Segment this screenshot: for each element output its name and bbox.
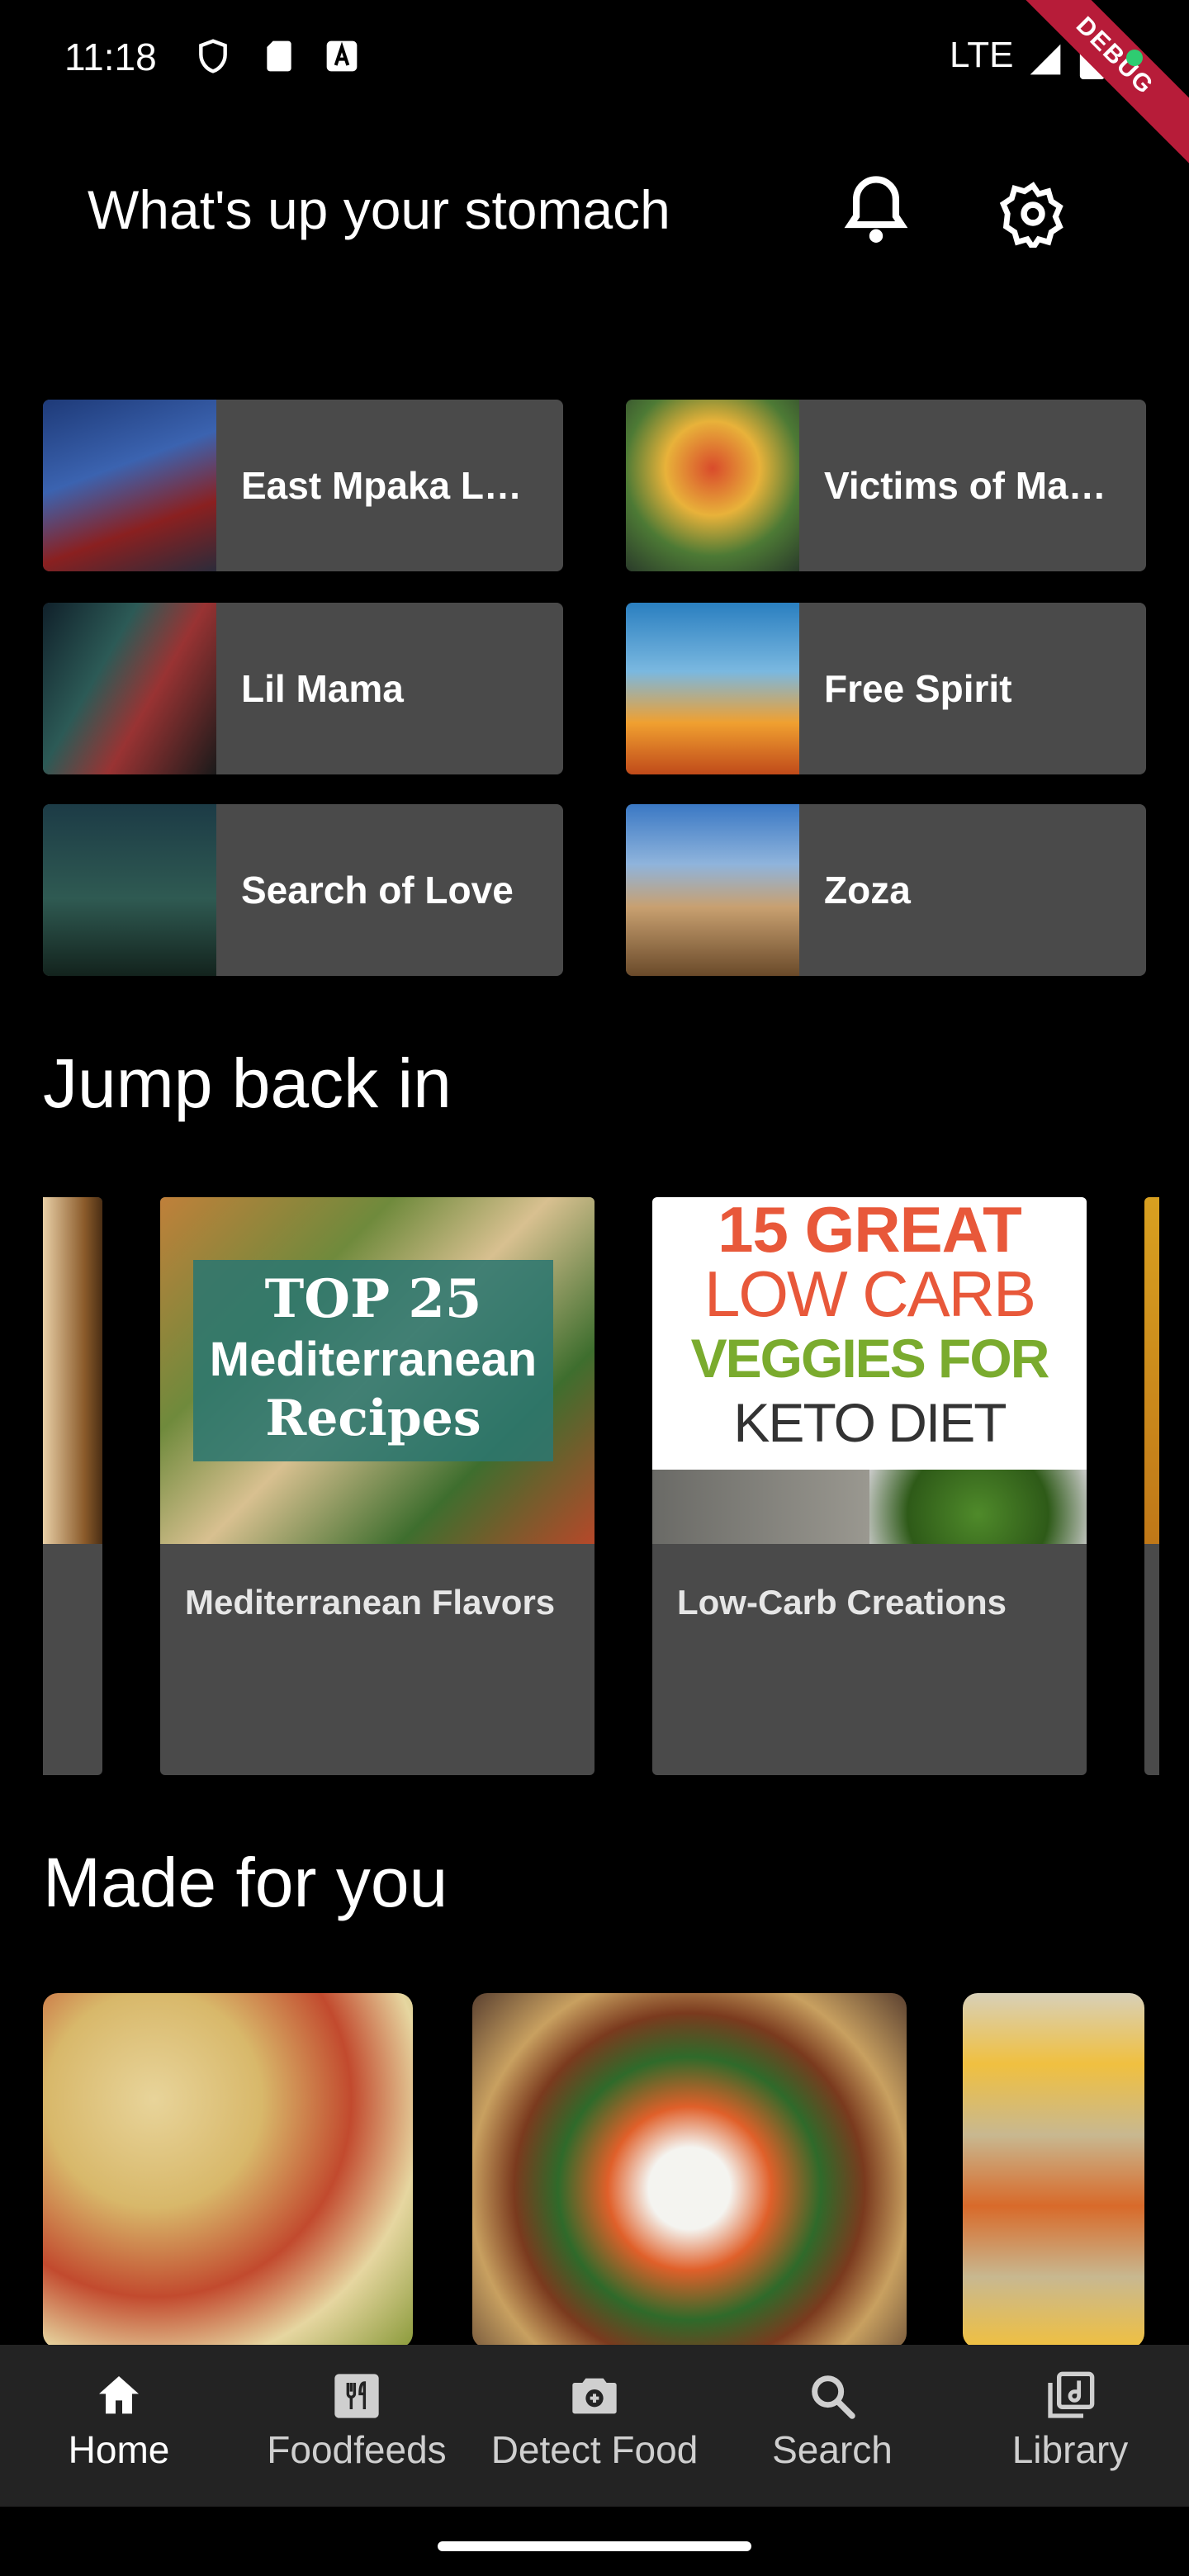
restaurant-icon [334, 2374, 379, 2418]
bell-icon[interactable] [842, 173, 910, 248]
library-icon [1048, 2371, 1095, 2418]
nav-label: Detect Food [490, 2428, 699, 2471]
section-title-jump-back-in: Jump back in [43, 1044, 452, 1122]
home-indicator[interactable] [438, 2541, 751, 2551]
thumb-text: TOP 25 [264, 1268, 482, 1330]
debug-banner: DEBUG [992, 0, 1189, 178]
thumb-text: KETO DIET [733, 1392, 1007, 1453]
thumb-text: VEGGIES FOR [690, 1328, 1050, 1389]
recipe-thumb [43, 1197, 102, 1544]
quick-tile[interactable]: Free Spirit [626, 603, 1146, 774]
tile-label: Free Spirit [824, 667, 1012, 710]
section-title-made-for-you: Made for you [43, 1844, 448, 1921]
recipe-card-label: Mediterranean Flavors [185, 1583, 556, 1622]
thumb-text: Recipes [265, 1390, 481, 1447]
quick-tile[interactable]: Search of Love [43, 804, 563, 976]
thumb-text: LOW CARB [703, 1257, 1036, 1330]
album-art [626, 804, 799, 976]
tile-label: Lil Mama [241, 667, 404, 710]
album-art [626, 603, 799, 774]
nav-label: Search [772, 2428, 893, 2471]
text-a-icon [326, 40, 358, 72]
recipe-card[interactable]: TOP 25 Mediterranean Recipes Mediterrane… [160, 1197, 594, 1775]
recipe-card-label: Low-Carb Creations [677, 1583, 1007, 1622]
album-art [43, 804, 216, 976]
nav-foodfeeds[interactable]: Foodfeeds [241, 2370, 472, 2472]
quick-tile[interactable]: Victims of Madness [626, 400, 1146, 571]
nav-label: Library [1011, 2428, 1129, 2471]
quick-tile[interactable]: East Mpaka London [43, 400, 563, 571]
tile-label: Victims of Madness [824, 464, 1121, 507]
recipe-thumb-meal-prep[interactable] [963, 1993, 1144, 2348]
nav-detect-food[interactable]: Detect Food [479, 2370, 710, 2472]
album-art [43, 603, 216, 774]
nav-label: Foodfeeds [267, 2428, 447, 2471]
gear-icon[interactable] [999, 180, 1067, 248]
nav-search[interactable]: Search [717, 2370, 948, 2472]
recipe-thumb [1144, 1197, 1159, 1544]
thumb-text: 15 GREAT [718, 1197, 1022, 1266]
album-art [626, 400, 799, 571]
status-time: 11:18 [64, 36, 157, 78]
page-title: What's up your stomach [88, 179, 670, 240]
nav-label: Home [68, 2428, 170, 2471]
tile-label: Search of Love [241, 869, 514, 912]
signal-icon [1030, 44, 1061, 75]
recipe-thumb-pasta[interactable] [43, 1993, 413, 2348]
thumb-text: Mediterranean [209, 1333, 538, 1386]
recipe-card[interactable]: 15 GREAT LOW CARB VEGGIES FOR KETO DIET … [652, 1197, 1087, 1775]
tile-label: Zoza [824, 869, 911, 912]
nav-home[interactable]: Home [3, 2370, 234, 2472]
home-icon [99, 2376, 139, 2414]
quick-tile[interactable]: Zoza [626, 804, 1146, 976]
quick-tile[interactable]: Lil Mama [43, 603, 563, 774]
network-type: LTE [950, 35, 1014, 75]
tile-label: East Mpaka London [241, 464, 538, 507]
status-dot [1126, 50, 1143, 66]
recipe-card-partial[interactable] [43, 1197, 102, 1775]
album-art [43, 400, 216, 571]
nav-library[interactable]: Library [955, 2370, 1186, 2472]
shield-icon [199, 39, 227, 73]
recipe-thumb-bibimbap[interactable] [472, 1993, 907, 2348]
search-icon [812, 2375, 855, 2419]
recipe-thumb: TOP 25 Mediterranean Recipes [160, 1197, 594, 1544]
sd-card-icon [267, 40, 291, 72]
camera-icon [572, 2378, 617, 2414]
recipe-thumb: 15 GREAT LOW CARB VEGGIES FOR KETO DIET [652, 1197, 1087, 1544]
recipe-card-partial[interactable] [1144, 1197, 1159, 1775]
